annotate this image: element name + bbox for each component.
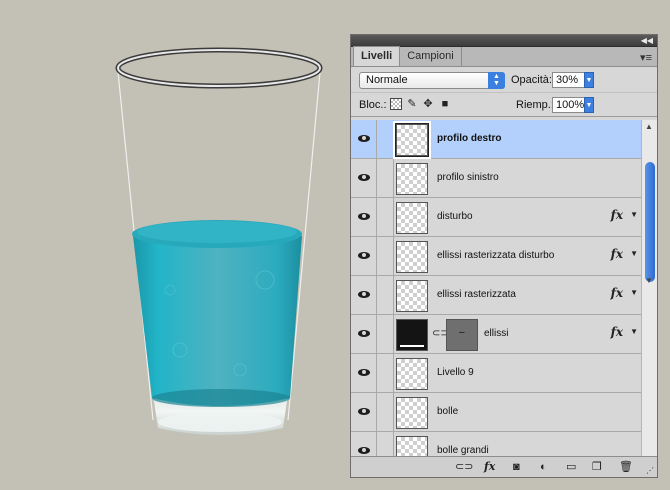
- layer-thumbnail: [396, 163, 428, 195]
- panel-footer: ⊂⊃ fx ◙ ◐ ▭ ❐ 🗑 ⋰: [351, 456, 657, 477]
- layer-row[interactable]: disturbo fx ▼: [351, 198, 641, 237]
- blend-mode-select[interactable]: Normale ▲ ▼: [359, 72, 505, 89]
- layer-row[interactable]: bolle: [351, 393, 641, 432]
- lock-label: Bloc.:: [359, 99, 387, 111]
- opacity-label: Opacità:: [511, 74, 552, 86]
- layer-effects-icon[interactable]: fx: [611, 286, 623, 300]
- link-lane: [377, 237, 394, 275]
- layer-row[interactable]: ⊂⊃ ellissi fx ▼: [351, 315, 641, 354]
- layer-thumbnail: [396, 319, 428, 351]
- link-layers-icon[interactable]: ⊂⊃: [455, 460, 473, 474]
- layer-name[interactable]: ellissi: [484, 328, 508, 339]
- fill-dropdown-icon[interactable]: ▼: [584, 97, 594, 113]
- add-style-icon[interactable]: fx: [484, 460, 495, 474]
- adjustment-layer-icon[interactable]: ◐: [540, 460, 547, 474]
- link-lane: [377, 393, 394, 431]
- layer-name[interactable]: profilo sinistro: [437, 172, 499, 183]
- blend-mode-value: Normale: [366, 74, 408, 86]
- scrollbar-thumb[interactable]: [645, 162, 655, 282]
- layer-name[interactable]: profilo destro: [437, 133, 501, 144]
- panel-menu-icon[interactable]: ▾≡: [640, 51, 652, 64]
- layer-thumbnail: [396, 358, 428, 390]
- expand-effects-icon[interactable]: ▼: [630, 288, 638, 297]
- layer-effects-icon[interactable]: fx: [611, 247, 623, 261]
- visibility-eye-icon[interactable]: [351, 159, 377, 197]
- link-lane: [377, 432, 394, 458]
- tab-livelli[interactable]: Livelli: [353, 46, 401, 66]
- new-layer-icon[interactable]: ❐: [592, 460, 602, 474]
- layer-name[interactable]: ellissi rasterizzata disturbo: [437, 250, 554, 261]
- opacity-dropdown-icon[interactable]: ▼: [584, 72, 594, 88]
- layer-name[interactable]: ellissi rasterizzata: [437, 289, 516, 300]
- layer-row[interactable]: bolle grandi: [351, 432, 641, 458]
- layer-name[interactable]: bolle grandi: [437, 445, 489, 456]
- expand-effects-icon[interactable]: ▼: [630, 249, 638, 258]
- layer-thumbnail: [396, 241, 428, 273]
- layer-thumbnail: [396, 202, 428, 234]
- expand-effects-icon[interactable]: ▼: [630, 327, 638, 336]
- lock-move-icon[interactable]: ✥: [422, 98, 434, 110]
- layers-panel: ◀◀ Livelli Campioni ▾≡ Normale ▲ ▼ Opacit…: [350, 34, 658, 478]
- add-mask-icon[interactable]: ◙: [513, 460, 520, 474]
- layer-thumbnail: [396, 280, 428, 312]
- visibility-eye-icon[interactable]: [351, 120, 377, 158]
- tab-campioni[interactable]: Campioni: [400, 47, 462, 66]
- layer-name[interactable]: disturbo: [437, 211, 473, 222]
- opacity-input[interactable]: 30%: [552, 72, 585, 88]
- lock-transparency-icon[interactable]: [390, 98, 402, 110]
- link-lane: [377, 198, 394, 236]
- layers-list: profilo destro profilo sinistro disturbo…: [351, 120, 641, 458]
- layer-thumbnail: [396, 397, 428, 429]
- lock-all-icon[interactable]: ■: [439, 98, 451, 110]
- link-lane: [377, 159, 394, 197]
- fill-label: Riemp.:: [516, 99, 554, 111]
- layer-name[interactable]: Livello 9: [437, 367, 474, 378]
- layer-row[interactable]: ellissi rasterizzata fx ▼: [351, 276, 641, 315]
- lock-brush-icon[interactable]: ✎: [406, 98, 418, 110]
- scroll-up-icon[interactable]: ▲: [645, 122, 653, 131]
- visibility-eye-icon[interactable]: [351, 198, 377, 236]
- blend-row: Normale ▲ ▼ Opacità: 30% ▼: [351, 67, 657, 93]
- visibility-eye-icon[interactable]: [351, 432, 377, 458]
- new-group-icon[interactable]: ▭: [566, 460, 576, 474]
- layer-name[interactable]: bolle: [437, 406, 458, 417]
- visibility-eye-icon[interactable]: [351, 315, 377, 353]
- layer-effects-icon[interactable]: fx: [611, 325, 623, 339]
- select-arrows-icon: ▲ ▼: [488, 72, 505, 89]
- link-lane: [377, 120, 394, 158]
- collapse-icon[interactable]: ◀◀: [641, 35, 653, 47]
- layer-row[interactable]: profilo sinistro: [351, 159, 641, 198]
- panel-tabs: Livelli Campioni ▾≡: [351, 46, 657, 67]
- layer-mask-thumbnail[interactable]: [446, 319, 478, 351]
- document-canvas: [115, 47, 323, 435]
- layers-scrollbar[interactable]: ▲ ▼: [641, 120, 657, 458]
- layer-row[interactable]: Livello 9: [351, 354, 641, 393]
- scroll-down-icon[interactable]: ▼: [645, 276, 653, 285]
- link-lane: [377, 315, 394, 353]
- resize-grip-icon[interactable]: ⋰: [646, 464, 654, 478]
- layer-row[interactable]: profilo destro: [351, 120, 641, 159]
- link-lane: [377, 354, 394, 392]
- link-lane: [377, 276, 394, 314]
- layer-row[interactable]: ellissi rasterizzata disturbo fx ▼: [351, 237, 641, 276]
- visibility-eye-icon[interactable]: [351, 354, 377, 392]
- visibility-eye-icon[interactable]: [351, 393, 377, 431]
- visibility-eye-icon[interactable]: [351, 276, 377, 314]
- delete-layer-icon[interactable]: 🗑: [619, 460, 633, 474]
- expand-effects-icon[interactable]: ▼: [630, 210, 638, 219]
- fill-input[interactable]: 100%: [552, 97, 585, 113]
- visibility-eye-icon[interactable]: [351, 237, 377, 275]
- layer-thumbnail: [393, 121, 431, 159]
- lock-row: Bloc.: ✎ ✥ ■ Riemp.: 100% ▼: [351, 93, 657, 117]
- layer-effects-icon[interactable]: fx: [611, 208, 623, 222]
- layer-thumbnail: [396, 436, 428, 458]
